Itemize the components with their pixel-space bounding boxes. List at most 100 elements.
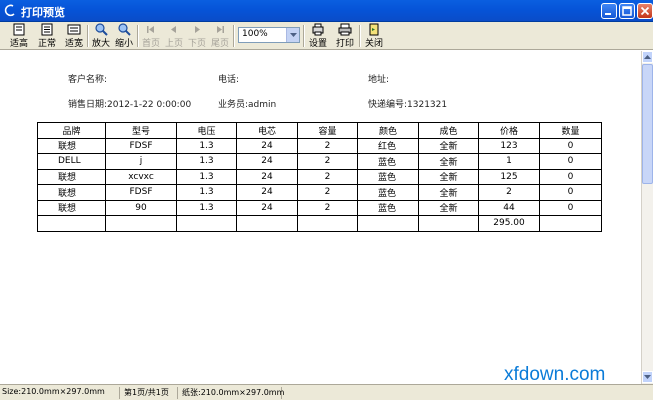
scroll-up-button[interactable]: [642, 51, 653, 63]
status-bar: Size:210.0mm×297.0mm 第1页/共1页 纸张:210.0mm×…: [0, 384, 653, 400]
table-cell: 蓝色: [357, 184, 419, 201]
fit-width-icon: [67, 24, 81, 35]
table-cell: [418, 215, 479, 232]
first-page-button[interactable]: 首页: [140, 23, 162, 49]
prev-page-button[interactable]: 上页: [163, 23, 185, 49]
tracking-number: 快递编号:1321321: [368, 100, 448, 110]
toolbar: 适高 正常 适宽 放大 缩小 首页 上页 下页 尾页 设置 打印 关闭: [0, 22, 653, 50]
status-size: Size:210.0mm×297.0mm: [0, 387, 120, 399]
table-cell: 全新: [418, 168, 479, 185]
table-cell: [176, 215, 237, 232]
toolbar-separator: [233, 25, 235, 47]
order-table: 品牌 型号 电压 电芯 容量 颜色 成色 价格 数量 联想 FDSF 1.3 2…: [37, 122, 602, 232]
table-cell: 24: [236, 184, 298, 201]
app-icon: [4, 4, 15, 17]
table-cell: 联想: [37, 168, 106, 185]
table-cell: 2: [297, 153, 358, 170]
table-cell: 123: [478, 137, 540, 154]
minimize-icon: [605, 13, 611, 15]
table-cell: 1.3: [176, 137, 237, 154]
close-door-icon: [369, 23, 379, 36]
table-cell: 1: [478, 153, 540, 170]
zoom-dropdown-button[interactable]: [286, 28, 299, 42]
first-page-icon: [147, 26, 154, 33]
print-preview-page[interactable]: 客户名称: 电话: 地址: 销售日期:2012-1-22 0:00:00 业务员…: [0, 51, 641, 384]
fit-height-button[interactable]: 适高: [6, 23, 32, 49]
table-cell: 44: [478, 199, 540, 216]
vertical-scrollbar[interactable]: [641, 51, 653, 384]
settings-button[interactable]: 设置: [306, 23, 330, 49]
sale-date: 销售日期:2012-1-22 0:00:00: [68, 100, 192, 110]
chevron-down-icon: [290, 33, 297, 37]
table-cell: 0: [539, 137, 602, 154]
table-cell: 2: [297, 137, 358, 154]
close-preview-button[interactable]: 关闭: [362, 23, 386, 49]
table-cell: 2: [297, 184, 358, 201]
table-cell: 联想: [37, 184, 106, 201]
table-cell: 1.3: [176, 184, 237, 201]
table-row: 联想 xcvxc 1.3 24 2 蓝色 全新 125 0: [37, 168, 602, 185]
last-page-icon: [217, 26, 224, 33]
table-total-row: 295.00: [37, 215, 602, 232]
table-cell: 全新: [418, 199, 479, 216]
customer-label: 客户名称:: [68, 75, 108, 85]
table-row: 联想 90 1.3 24 2 蓝色 全新 44 0: [37, 199, 602, 216]
column-header: 价格: [478, 122, 540, 139]
column-header: 颜色: [357, 122, 419, 139]
table-cell: 24: [236, 137, 298, 154]
status-page: 第1页/共1页: [122, 387, 178, 399]
zoom-in-button[interactable]: 放大: [89, 23, 113, 49]
table-row: 联想 FDSF 1.3 24 2 红色 全新 123 0: [37, 137, 602, 154]
table-cell: 2: [297, 168, 358, 185]
table-cell: 0: [539, 153, 602, 170]
printer-icon: [338, 23, 352, 36]
address-label: 地址:: [368, 75, 390, 85]
zoom-in-icon: [95, 23, 108, 36]
table-cell: 0: [539, 184, 602, 201]
print-button[interactable]: 打印: [333, 23, 357, 49]
window-title: 打印预览: [21, 6, 65, 19]
watermark-text: xfdown.com: [504, 364, 606, 385]
maximize-button[interactable]: [619, 3, 635, 19]
column-header: 品牌: [37, 122, 106, 139]
next-page-icon: [195, 26, 200, 33]
zoom-out-button[interactable]: 缩小: [112, 23, 136, 49]
zoom-select[interactable]: 100%: [238, 27, 300, 43]
table-cell: 1.3: [176, 199, 237, 216]
table-cell: [105, 215, 177, 232]
table-cell: [236, 215, 298, 232]
next-page-button[interactable]: 下页: [186, 23, 208, 49]
normal-size-button[interactable]: 正常: [34, 23, 60, 49]
table-cell: 24: [236, 168, 298, 185]
table-cell: 蓝色: [357, 153, 419, 170]
table-cell: 2: [297, 199, 358, 216]
title-bar: 打印预览: [0, 0, 653, 22]
table-cell: FDSF: [105, 184, 177, 201]
table-cell: [539, 215, 602, 232]
table-cell: xcvxc: [105, 168, 177, 185]
zoom-out-icon: [118, 23, 131, 36]
total-price: 295.00: [478, 215, 540, 232]
fit-width-button[interactable]: 适宽: [61, 23, 87, 49]
table-cell: 24: [236, 153, 298, 170]
toolbar-separator: [137, 25, 139, 47]
table-cell: 全新: [418, 184, 479, 201]
table-cell: 联想: [37, 199, 106, 216]
table-cell: 0: [539, 168, 602, 185]
table-cell: j: [105, 153, 177, 170]
table-cell: 2: [478, 184, 540, 201]
table-cell: 蓝色: [357, 168, 419, 185]
table-cell: 1.3: [176, 168, 237, 185]
table-cell: FDSF: [105, 137, 177, 154]
close-button[interactable]: [637, 3, 653, 19]
last-page-button[interactable]: 尾页: [209, 23, 231, 49]
column-header: 容量: [297, 122, 358, 139]
table-cell: 全新: [418, 137, 479, 154]
column-header: 数量: [539, 122, 602, 139]
phone-label: 电话:: [218, 75, 240, 85]
scroll-thumb[interactable]: [642, 64, 653, 184]
column-header: 电压: [176, 122, 237, 139]
close-icon: [640, 6, 650, 16]
scroll-down-button[interactable]: [642, 371, 653, 383]
minimize-button[interactable]: [601, 3, 617, 19]
